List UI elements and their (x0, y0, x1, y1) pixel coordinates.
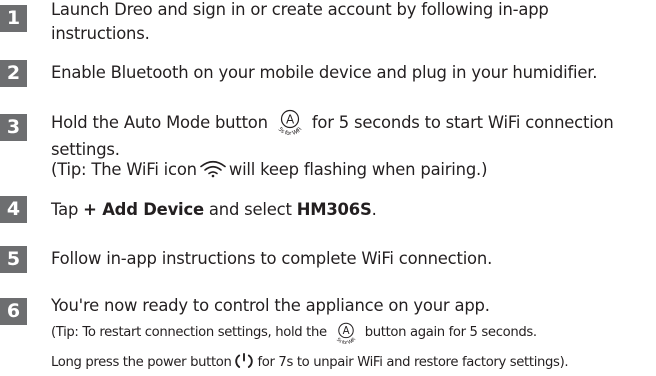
step-text-line: Tap + Add Device and select HM306S. (51, 200, 652, 220)
step-text-fragment: for 5 seconds to start WiFi connection (311, 113, 614, 132)
auto-mode-letter: A (342, 326, 349, 337)
step-text-fragment: and select (203, 200, 297, 219)
step-tip-line: (Tip: To restart connection settings, ho… (51, 321, 652, 352)
step-text: Enable Bluetooth on your mobile device a… (51, 63, 652, 83)
step-number-badge: 3 (0, 114, 27, 141)
step-tip-line: Long press the power button for 7s to un… (51, 352, 652, 376)
tip-text-fragment: (Tip: The WiFi icon (51, 160, 197, 179)
step-text: You're now ready to control the applianc… (51, 296, 652, 376)
add-device-label: + Add Device (83, 200, 204, 219)
step-text-line: Follow in-app instructions to complete W… (51, 249, 493, 268)
step-text-line: Hold the Auto Mode button A 5s for WiFi … (51, 109, 652, 140)
step-number-badge: 1 (0, 5, 27, 32)
auto-mode-icon: A 5s for WiFi (270, 109, 310, 140)
step-text: Tap + Add Device and select HM306S. (51, 200, 652, 220)
tip-text-fragment: for 7s to unpair WiFi and restore factor… (257, 355, 569, 370)
step-text-line: Enable Bluetooth on your mobile device a… (51, 63, 598, 82)
wifi-icon (199, 160, 227, 183)
model-name: HM306S (296, 200, 372, 219)
step-text: Follow in-app instructions to complete W… (51, 249, 652, 269)
tip-text-fragment: button again for 5 seconds. (364, 325, 537, 340)
step-number-badge: 4 (0, 196, 27, 223)
step-text-fragment: Hold the Auto Mode button (51, 113, 268, 132)
step-number-badge: 5 (0, 246, 27, 273)
step-text: Launch Dreo and sign in or create accoun… (51, 0, 652, 44)
step-number-badge: 2 (0, 60, 27, 87)
step-text-fragment: . (371, 200, 377, 219)
tip-text-fragment: Long press the power button (51, 355, 232, 370)
tip-text-fragment: (Tip: To restart connection settings, ho… (51, 325, 327, 340)
step-text-line: You're now ready to control the applianc… (51, 296, 490, 315)
auto-mode-letter: A (286, 112, 295, 126)
step-text-line: Launch Dreo and sign in or create accoun… (51, 0, 549, 19)
step-number-badge: 6 (0, 298, 27, 325)
step-text-fragment: Tap (51, 200, 84, 219)
auto-mode-icon: A 5s for WiFi (329, 321, 363, 352)
step-tip-line: (Tip: The WiFi icon will keep flashing w… (51, 160, 652, 183)
step-text-line: settings. (51, 140, 120, 159)
tip-text-fragment: will keep flashing when pairing.) (228, 160, 488, 179)
step-text-line: instructions. (51, 24, 150, 43)
step-text: Hold the Auto Mode button A 5s for WiFi … (51, 109, 652, 183)
